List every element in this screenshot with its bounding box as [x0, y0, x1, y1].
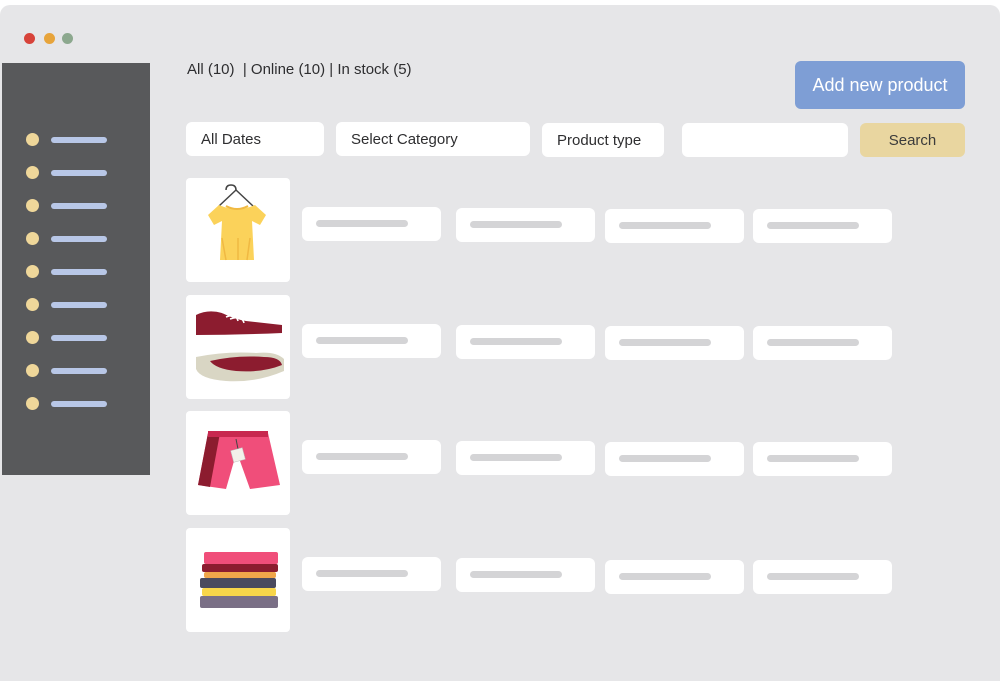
bullet-icon — [26, 265, 39, 278]
yellow-shirt-on-hanger-icon — [208, 184, 266, 261]
folded-clothes-stack-icon — [200, 552, 278, 608]
text-placeholder — [316, 337, 408, 344]
product-cell — [605, 560, 744, 594]
sidebar-item[interactable] — [26, 232, 116, 246]
product-cell — [456, 441, 595, 475]
product-cell — [605, 442, 744, 476]
sidebar-item[interactable] — [26, 298, 116, 312]
label-placeholder — [51, 137, 107, 143]
sidebar-item[interactable] — [26, 166, 116, 180]
minimize-window-icon[interactable] — [44, 33, 55, 44]
category-dropdown[interactable]: Select Category — [336, 122, 530, 156]
text-placeholder — [470, 454, 562, 461]
bullet-icon — [26, 298, 39, 311]
product-cell — [753, 209, 892, 243]
label-placeholder — [51, 170, 107, 176]
product-cell — [456, 208, 595, 242]
search-button[interactable]: Search — [860, 123, 965, 157]
sidebar-item[interactable] — [26, 364, 116, 378]
sidebar-item[interactable] — [26, 133, 116, 147]
label-placeholder — [51, 236, 107, 242]
product-cell — [753, 442, 892, 476]
sidebar-item[interactable] — [26, 265, 116, 279]
text-placeholder — [316, 570, 408, 577]
bullet-icon — [26, 232, 39, 245]
bullet-icon — [26, 364, 39, 377]
text-placeholder — [470, 571, 562, 578]
label-placeholder — [51, 368, 107, 374]
product-cell — [302, 324, 441, 358]
sidebar-item[interactable] — [26, 199, 116, 213]
text-placeholder — [316, 453, 408, 460]
product-cell — [302, 440, 441, 474]
product-thumbnail[interactable] — [186, 178, 290, 282]
text-placeholder — [619, 455, 711, 462]
label-placeholder — [51, 401, 107, 407]
product-type-dropdown[interactable]: Product type — [542, 123, 664, 157]
close-window-icon[interactable] — [24, 33, 35, 44]
status-filter-tabs[interactable]: All (10) | Online (10) | In stock (5) — [187, 61, 412, 78]
bullet-icon — [26, 133, 39, 146]
sidebar-item[interactable] — [26, 397, 116, 411]
text-placeholder — [767, 222, 859, 229]
search-input[interactable] — [682, 123, 848, 157]
product-cell — [605, 209, 744, 243]
text-placeholder — [619, 339, 711, 346]
product-cell — [605, 326, 744, 360]
label-placeholder — [51, 269, 107, 275]
text-placeholder — [619, 573, 711, 580]
bullet-icon — [26, 331, 39, 344]
sidebar — [2, 63, 150, 475]
pink-shorts-with-tag-icon — [198, 431, 280, 489]
product-cell — [456, 558, 595, 592]
text-placeholder — [470, 338, 562, 345]
add-new-product-button[interactable]: Add new product — [795, 61, 965, 109]
product-cell — [753, 560, 892, 594]
maximize-window-icon[interactable] — [62, 33, 73, 44]
bullet-icon — [26, 166, 39, 179]
app-window: All (10) | Online (10) | In stock (5) Ad… — [0, 5, 1000, 681]
text-placeholder — [767, 455, 859, 462]
text-placeholder — [619, 222, 711, 229]
product-thumbnail[interactable] — [186, 295, 290, 399]
product-cell — [456, 325, 595, 359]
product-cell — [302, 207, 441, 241]
product-thumbnail[interactable] — [186, 411, 290, 515]
product-cell — [753, 326, 892, 360]
label-placeholder — [51, 302, 107, 308]
text-placeholder — [767, 573, 859, 580]
sidebar-item[interactable] — [26, 331, 116, 345]
bullet-icon — [26, 397, 39, 410]
label-placeholder — [51, 335, 107, 341]
text-placeholder — [767, 339, 859, 346]
text-placeholder — [316, 220, 408, 227]
label-placeholder — [51, 203, 107, 209]
dates-dropdown[interactable]: All Dates — [186, 122, 324, 156]
red-sneakers-icon — [196, 306, 284, 382]
bullet-icon — [26, 199, 39, 212]
product-cell — [302, 557, 441, 591]
product-thumbnail[interactable] — [186, 528, 290, 632]
text-placeholder — [470, 221, 562, 228]
